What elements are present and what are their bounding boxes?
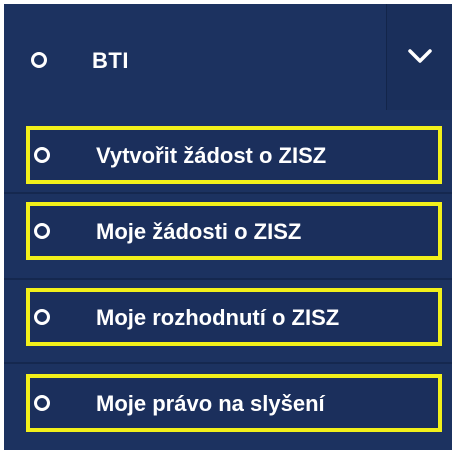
menu-header-label: BTI (92, 48, 129, 73)
circle-bullet-icon (34, 309, 50, 325)
circle-bullet-icon (34, 223, 50, 239)
menu-item-right-to-be-heard[interactable]: Moje právo na slyšení (26, 374, 442, 432)
divider (4, 362, 452, 364)
bti-menu: BTI Vytvořit žádost o ZISZ Moje žádosti … (4, 4, 452, 450)
menu-item-label: Vytvořit žádost o ZISZ (96, 143, 327, 168)
menu-item-my-requests[interactable]: Moje žádosti o ZISZ (26, 202, 442, 260)
menu-item-label: Moje rozhodnutí o ZISZ (96, 305, 340, 330)
circle-bullet-icon (34, 395, 50, 411)
circle-bullet-icon (31, 52, 47, 68)
menu-item-label: Moje žádosti o ZISZ (96, 219, 302, 244)
menu-item-create-request[interactable]: Vytvořit žádost o ZISZ (26, 126, 442, 184)
circle-bullet-icon (34, 147, 50, 163)
divider (4, 192, 452, 194)
menu-item-my-decisions[interactable]: Moje rozhodnutí o ZISZ (26, 288, 442, 346)
expand-toggle-button[interactable] (386, 4, 452, 110)
chevron-down-icon (408, 49, 432, 63)
menu-item-label: Moje právo na slyšení (96, 391, 325, 416)
divider (4, 278, 452, 280)
menu-header-bti[interactable]: BTI (4, 4, 452, 112)
